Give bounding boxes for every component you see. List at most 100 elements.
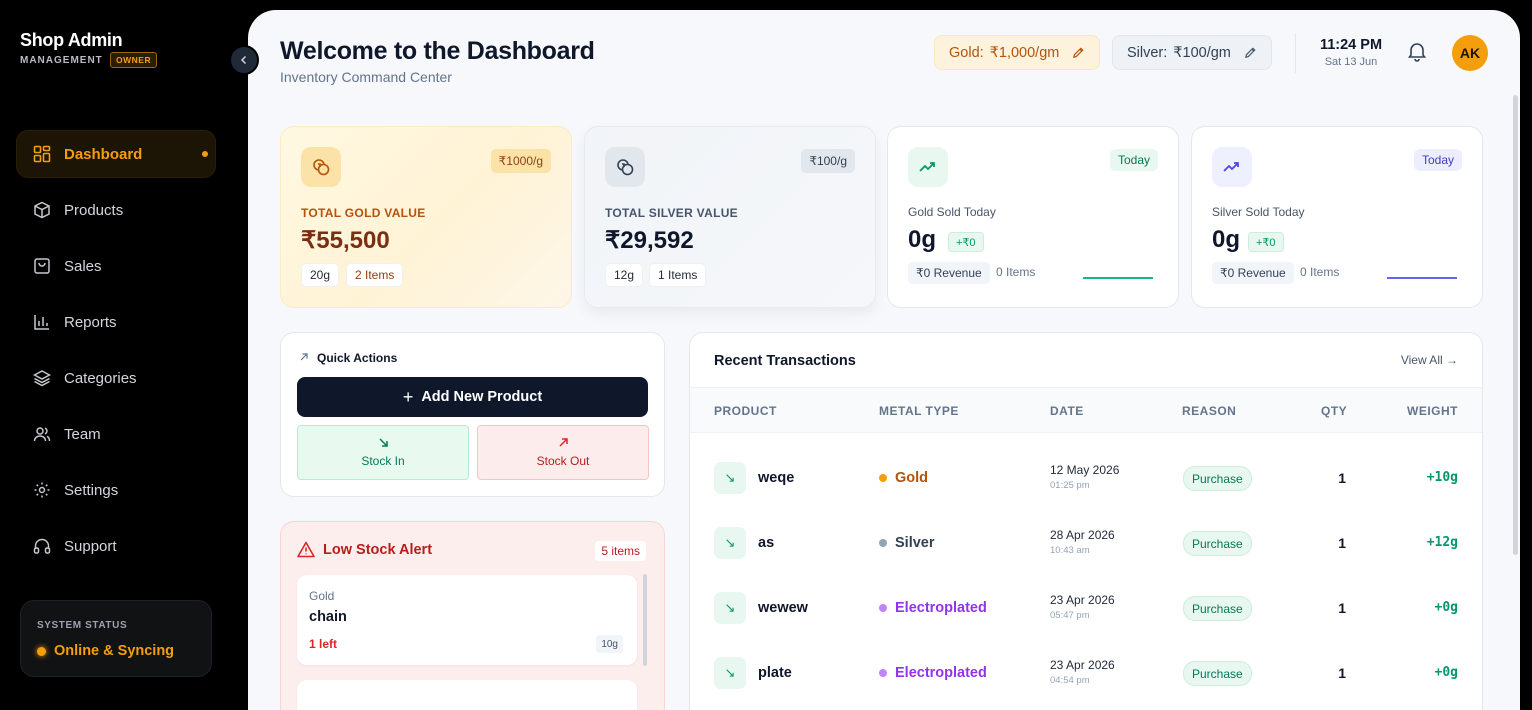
gold-items-pill: 2 Items <box>346 263 404 287</box>
box-icon <box>32 200 52 220</box>
layers-icon <box>32 368 52 388</box>
stock-out-label: Stock Out <box>536 454 590 468</box>
silver-weight-pill: 12g <box>605 263 644 287</box>
tx-date: 23 Apr 2026 <box>1050 593 1115 607</box>
silver-price-chip[interactable]: Silver: ₹100/gm <box>1112 35 1272 70</box>
metal-type: Electroplated <box>879 665 987 681</box>
table-header: PRODUCT METAL TYPE DATE REASON QTY WEIGH… <box>690 387 1482 433</box>
low-stock-metal: Gold <box>309 589 335 603</box>
tx-weight: +12g <box>1426 535 1458 550</box>
status-dot-icon <box>37 646 46 656</box>
low-stock-name: chain <box>309 609 347 625</box>
product-name: plate <box>758 665 792 681</box>
reason-badge: Purchase <box>1183 596 1252 621</box>
arrow-up-right-icon <box>300 353 308 361</box>
column-header: DATE <box>1050 404 1084 418</box>
column-header: REASON <box>1182 404 1237 418</box>
role-badge: OWNER <box>110 52 158 68</box>
tx-time: 04:54 pm <box>1050 675 1090 686</box>
notification-bell-icon[interactable] <box>1406 40 1428 62</box>
collapse-sidebar-button[interactable] <box>229 45 259 75</box>
sidebar: Shop Admin MANAGEMENT OWNER Dashboard Pr… <box>0 0 248 692</box>
sidebar-item-sales[interactable]: Sales <box>16 242 216 290</box>
sidebar-item-products[interactable]: Products <box>16 186 216 234</box>
low-stock-weight: 10g <box>596 635 623 653</box>
metal-type: Electroplated <box>879 600 987 616</box>
metal-type: Gold <box>879 470 928 486</box>
silver-sold-today-card: Today Silver Sold Today 0g +₹0 ₹0 Revenu… <box>1191 126 1483 308</box>
product-name: as <box>758 535 775 551</box>
reason-badge: Purchase <box>1183 661 1252 686</box>
silver-revenue-pill: ₹0 Revenue <box>1212 262 1294 284</box>
edit-pencil-icon[interactable] <box>1072 46 1085 59</box>
arrow-down-right-icon: ↘ <box>714 657 746 689</box>
user-avatar[interactable]: AK <box>1452 35 1488 71</box>
page-subtitle: Inventory Command Center <box>280 69 452 85</box>
chevron-left-icon <box>240 55 247 65</box>
arrow-down-right-icon: ↘ <box>714 462 746 494</box>
add-new-product-button[interactable]: + Add New Product <box>297 377 648 417</box>
tx-date: 28 Apr 2026 <box>1050 528 1115 542</box>
gold-value-label: TOTAL GOLD VALUE <box>301 206 426 220</box>
silver-sold-items: 0 Items <box>1300 265 1340 279</box>
header-divider <box>1295 33 1296 73</box>
system-status-label: SYSTEM STATUS <box>37 620 128 631</box>
tx-weight: +10g <box>1426 470 1458 485</box>
coins-icon <box>605 147 645 187</box>
gold-sold-value: 0g <box>908 226 937 253</box>
sidebar-item-dashboard[interactable]: Dashboard <box>16 130 216 178</box>
arrow-down-right-icon: ↘ <box>714 592 746 624</box>
gold-price-chip[interactable]: Gold: ₹1,000/gm <box>934 35 1100 70</box>
table-row[interactable]: ↘ as Silver 28 Apr 2026 10:43 am Purchas… <box>690 510 1482 575</box>
product-name: weqe <box>758 470 795 486</box>
silver-sold-delta: +₹0 <box>1248 232 1284 252</box>
low-stock-scrollbar[interactable] <box>643 574 647 666</box>
table-row[interactable]: ↘ plate Electroplated 23 Apr 2026 04:54 … <box>690 640 1482 705</box>
tx-qty: 1 <box>1338 470 1346 486</box>
system-status-text: Online & Syncing <box>54 643 175 659</box>
gold-sold-items: 0 Items <box>996 265 1036 279</box>
sidebar-item-label: Sales <box>64 257 102 275</box>
sidebar-item-settings[interactable]: Settings <box>16 466 216 514</box>
sidebar-item-categories[interactable]: Categories <box>16 354 216 402</box>
low-stock-item[interactable] <box>297 680 637 710</box>
stock-out-button[interactable]: Stock Out <box>477 425 649 480</box>
low-stock-count: 5 items <box>595 541 646 561</box>
main-content: Welcome to the Dashboard Inventory Comma… <box>248 10 1520 710</box>
metal-dot <box>879 474 887 482</box>
table-row[interactable]: ↘ weqe Gold 12 May 2026 01:25 pm Purchas… <box>690 445 1482 510</box>
sidebar-item-label: Categories <box>64 369 137 387</box>
sidebar-item-team[interactable]: Team <box>16 410 216 458</box>
view-all-link[interactable]: View All → <box>1401 353 1458 367</box>
clock-time: 11:24 PM <box>1319 37 1383 53</box>
metal-label: Electroplated <box>895 665 987 681</box>
sidebar-item-reports[interactable]: Reports <box>16 298 216 346</box>
tx-qty: 1 <box>1338 600 1346 616</box>
silver-price-label: Silver: <box>1127 44 1168 61</box>
tx-qty: 1 <box>1338 665 1346 681</box>
silver-value-card: ₹100/g TOTAL SILVER VALUE ₹29,592 12g 1 … <box>584 126 876 308</box>
tx-weight: +0g <box>1434 600 1458 615</box>
low-stock-title: Low Stock Alert <box>323 542 433 558</box>
low-stock-card: Low Stock Alert 5 items Gold chain 1 lef… <box>280 521 665 710</box>
today-badge: Today <box>1109 149 1158 171</box>
arrow-down-right-icon: ↘ <box>714 527 746 559</box>
gold-revenue-pill: ₹0 Revenue <box>908 262 990 284</box>
silver-rate-pill: ₹100/g <box>801 149 855 173</box>
gear-icon <box>32 480 52 500</box>
arrow-right-icon: → <box>1446 353 1458 367</box>
page-title: Welcome to the Dashboard <box>280 37 595 65</box>
stock-in-label: Stock In <box>361 454 405 468</box>
column-header: QTY <box>1321 404 1348 418</box>
table-row[interactable]: ↘ wewew Electroplated 23 Apr 2026 05:47 … <box>690 575 1482 640</box>
sidebar-item-label: Support <box>64 537 117 555</box>
metal-label: Silver <box>895 535 935 551</box>
page-scrollbar-thumb[interactable] <box>1513 95 1518 555</box>
stock-in-button[interactable]: Stock In <box>297 425 469 480</box>
edit-pencil-icon[interactable] <box>1244 46 1257 59</box>
sidebar-item-support[interactable]: Support <box>16 522 216 570</box>
reason-badge: Purchase <box>1183 531 1252 556</box>
low-stock-item[interactable]: Gold chain 1 left 10g <box>297 575 637 665</box>
metal-label: Gold <box>895 470 929 486</box>
gold-weight-pill: 20g <box>301 263 340 287</box>
